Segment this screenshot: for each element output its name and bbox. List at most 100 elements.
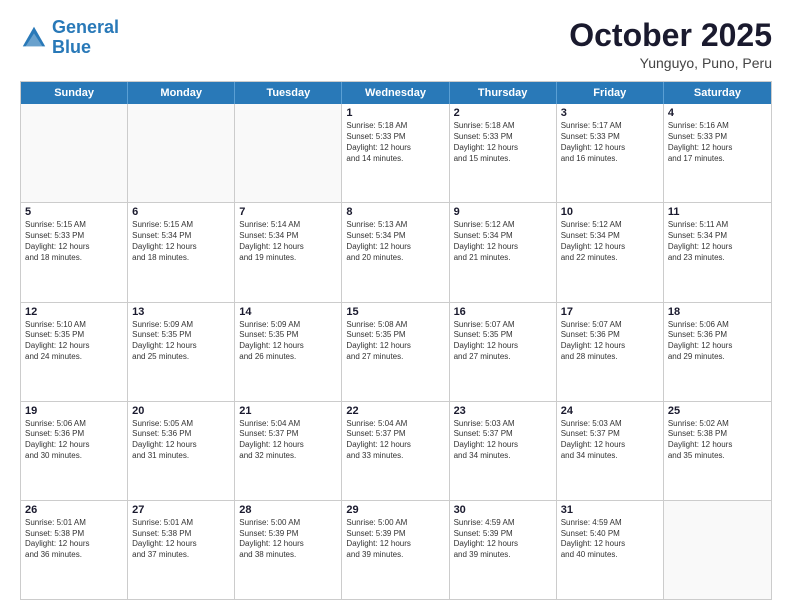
day-cell: 8 Sunrise: 5:13 AMSunset: 5:34 PMDaylight… <box>342 203 449 301</box>
week-row: 19 Sunrise: 5:06 AMSunset: 5:36 PMDayligh… <box>21 401 771 500</box>
day-info: Sunrise: 5:03 AMSunset: 5:37 PMDaylight:… <box>454 419 552 462</box>
day-info: Sunrise: 5:12 AMSunset: 5:34 PMDaylight:… <box>454 220 552 263</box>
day-cell: 10Sunrise: 5:12 AMSunset: 5:34 PMDayligh… <box>557 203 664 301</box>
logo: General Blue <box>20 18 119 58</box>
day-header-thursday: Thursday <box>450 82 557 104</box>
logo-text: General Blue <box>52 18 119 58</box>
day-cell: 4 Sunrise: 5:16 AMSunset: 5:33 PMDaylight… <box>664 104 771 202</box>
day-number: 8 <box>346 206 444 218</box>
day-header-wednesday: Wednesday <box>342 82 449 104</box>
day-number: 11 <box>668 206 767 218</box>
day-number: 13 <box>132 306 230 318</box>
day-number: 16 <box>454 306 552 318</box>
day-info: Sunrise: 5:07 AMSunset: 5:35 PMDaylight:… <box>454 320 552 363</box>
day-number: 12 <box>25 306 123 318</box>
day-info: Sunrise: 5:11 AMSunset: 5:34 PMDaylight:… <box>668 220 767 263</box>
day-number: 1 <box>346 107 444 119</box>
location: Yunguyo, Puno, Peru <box>569 55 772 71</box>
day-number: 25 <box>668 405 767 417</box>
day-cell: 6Sunrise: 5:15 AMSunset: 5:34 PMDaylight… <box>128 203 235 301</box>
day-cell: 15 Sunrise: 5:08 AMSunset: 5:35 PMDayligh… <box>342 303 449 401</box>
day-number: 23 <box>454 405 552 417</box>
day-number: 7 <box>239 206 337 218</box>
day-cell: 12 Sunrise: 5:10 AMSunset: 5:35 PMDayligh… <box>21 303 128 401</box>
day-info: Sunrise: 5:00 AMSunset: 5:39 PMDaylight:… <box>346 518 444 561</box>
day-info: Sunrise: 5:16 AMSunset: 5:33 PMDaylight:… <box>668 121 767 164</box>
day-cell: 3Sunrise: 5:17 AMSunset: 5:33 PMDaylight… <box>557 104 664 202</box>
day-number: 30 <box>454 504 552 516</box>
day-cell: 25 Sunrise: 5:02 AMSunset: 5:38 PMDayligh… <box>664 402 771 500</box>
day-cell <box>128 104 235 202</box>
day-cell: 21 Sunrise: 5:04 AMSunset: 5:37 PMDayligh… <box>235 402 342 500</box>
week-row: 26 Sunrise: 5:01 AMSunset: 5:38 PMDayligh… <box>21 500 771 599</box>
day-headers: SundayMondayTuesdayWednesdayThursdayFrid… <box>21 82 771 104</box>
day-info: Sunrise: 5:10 AMSunset: 5:35 PMDaylight:… <box>25 320 123 363</box>
day-header-tuesday: Tuesday <box>235 82 342 104</box>
day-info: Sunrise: 5:12 AMSunset: 5:34 PMDaylight:… <box>561 220 659 263</box>
day-info: Sunrise: 5:18 AMSunset: 5:33 PMDaylight:… <box>454 121 552 164</box>
day-cell: 26Sunrise: 5:01 AMSunset: 5:38 PMDayligh… <box>21 501 128 599</box>
day-cell: 29Sunrise: 5:00 AMSunset: 5:39 PMDayligh… <box>342 501 449 599</box>
day-cell: 9 Sunrise: 5:12 AMSunset: 5:34 PMDaylight… <box>450 203 557 301</box>
day-cell: 1 Sunrise: 5:18 AMSunset: 5:33 PMDaylight… <box>342 104 449 202</box>
day-cell: 24Sunrise: 5:03 AMSunset: 5:37 PMDayligh… <box>557 402 664 500</box>
page: General Blue October 2025 Yunguyo, Puno,… <box>0 0 792 612</box>
day-info: Sunrise: 5:14 AMSunset: 5:34 PMDaylight:… <box>239 220 337 263</box>
day-cell: 23 Sunrise: 5:03 AMSunset: 5:37 PMDayligh… <box>450 402 557 500</box>
day-cell: 2 Sunrise: 5:18 AMSunset: 5:33 PMDaylight… <box>450 104 557 202</box>
day-cell: 19 Sunrise: 5:06 AMSunset: 5:36 PMDayligh… <box>21 402 128 500</box>
logo-general: General <box>52 17 119 37</box>
day-header-monday: Monday <box>128 82 235 104</box>
day-cell: 17Sunrise: 5:07 AMSunset: 5:36 PMDayligh… <box>557 303 664 401</box>
day-info: Sunrise: 5:04 AMSunset: 5:37 PMDaylight:… <box>346 419 444 462</box>
day-number: 2 <box>454 107 552 119</box>
day-info: Sunrise: 5:02 AMSunset: 5:38 PMDaylight:… <box>668 419 767 462</box>
day-cell: 14Sunrise: 5:09 AMSunset: 5:35 PMDayligh… <box>235 303 342 401</box>
day-cell: 11 Sunrise: 5:11 AMSunset: 5:34 PMDayligh… <box>664 203 771 301</box>
day-number: 15 <box>346 306 444 318</box>
day-number: 31 <box>561 504 659 516</box>
day-info: Sunrise: 4:59 AMSunset: 5:40 PMDaylight:… <box>561 518 659 561</box>
logo-icon <box>20 24 48 52</box>
day-number: 22 <box>346 405 444 417</box>
week-row: 12 Sunrise: 5:10 AMSunset: 5:35 PMDayligh… <box>21 302 771 401</box>
day-info: Sunrise: 5:06 AMSunset: 5:36 PMDaylight:… <box>668 320 767 363</box>
day-cell: 30Sunrise: 4:59 AMSunset: 5:39 PMDayligh… <box>450 501 557 599</box>
weeks: 1 Sunrise: 5:18 AMSunset: 5:33 PMDaylight… <box>21 104 771 599</box>
day-number: 9 <box>454 206 552 218</box>
day-info: Sunrise: 5:09 AMSunset: 5:35 PMDaylight:… <box>132 320 230 363</box>
day-number: 26 <box>25 504 123 516</box>
day-info: Sunrise: 5:04 AMSunset: 5:37 PMDaylight:… <box>239 419 337 462</box>
month-title: October 2025 <box>569 18 772 53</box>
day-cell: 5 Sunrise: 5:15 AMSunset: 5:33 PMDaylight… <box>21 203 128 301</box>
day-info: Sunrise: 5:00 AMSunset: 5:39 PMDaylight:… <box>239 518 337 561</box>
day-number: 5 <box>25 206 123 218</box>
day-cell: 31 Sunrise: 4:59 AMSunset: 5:40 PMDayligh… <box>557 501 664 599</box>
day-number: 19 <box>25 405 123 417</box>
day-number: 21 <box>239 405 337 417</box>
day-cell: 20Sunrise: 5:05 AMSunset: 5:36 PMDayligh… <box>128 402 235 500</box>
day-info: Sunrise: 5:09 AMSunset: 5:35 PMDaylight:… <box>239 320 337 363</box>
day-number: 28 <box>239 504 337 516</box>
day-info: Sunrise: 5:13 AMSunset: 5:34 PMDaylight:… <box>346 220 444 263</box>
day-cell: 16 Sunrise: 5:07 AMSunset: 5:35 PMDayligh… <box>450 303 557 401</box>
day-number: 4 <box>668 107 767 119</box>
day-cell <box>235 104 342 202</box>
day-info: Sunrise: 5:07 AMSunset: 5:36 PMDaylight:… <box>561 320 659 363</box>
day-header-saturday: Saturday <box>664 82 771 104</box>
day-number: 27 <box>132 504 230 516</box>
day-header-friday: Friday <box>557 82 664 104</box>
header: General Blue October 2025 Yunguyo, Puno,… <box>20 18 772 71</box>
day-cell: 28 Sunrise: 5:00 AMSunset: 5:39 PMDayligh… <box>235 501 342 599</box>
day-info: Sunrise: 5:03 AMSunset: 5:37 PMDaylight:… <box>561 419 659 462</box>
day-info: Sunrise: 5:08 AMSunset: 5:35 PMDaylight:… <box>346 320 444 363</box>
day-cell: 22 Sunrise: 5:04 AMSunset: 5:37 PMDayligh… <box>342 402 449 500</box>
title-block: October 2025 Yunguyo, Puno, Peru <box>569 18 772 71</box>
day-number: 3 <box>561 107 659 119</box>
day-info: Sunrise: 5:06 AMSunset: 5:36 PMDaylight:… <box>25 419 123 462</box>
day-info: Sunrise: 5:15 AMSunset: 5:34 PMDaylight:… <box>132 220 230 263</box>
day-info: Sunrise: 5:18 AMSunset: 5:33 PMDaylight:… <box>346 121 444 164</box>
day-header-sunday: Sunday <box>21 82 128 104</box>
day-info: Sunrise: 5:15 AMSunset: 5:33 PMDaylight:… <box>25 220 123 263</box>
day-info: Sunrise: 5:01 AMSunset: 5:38 PMDaylight:… <box>132 518 230 561</box>
